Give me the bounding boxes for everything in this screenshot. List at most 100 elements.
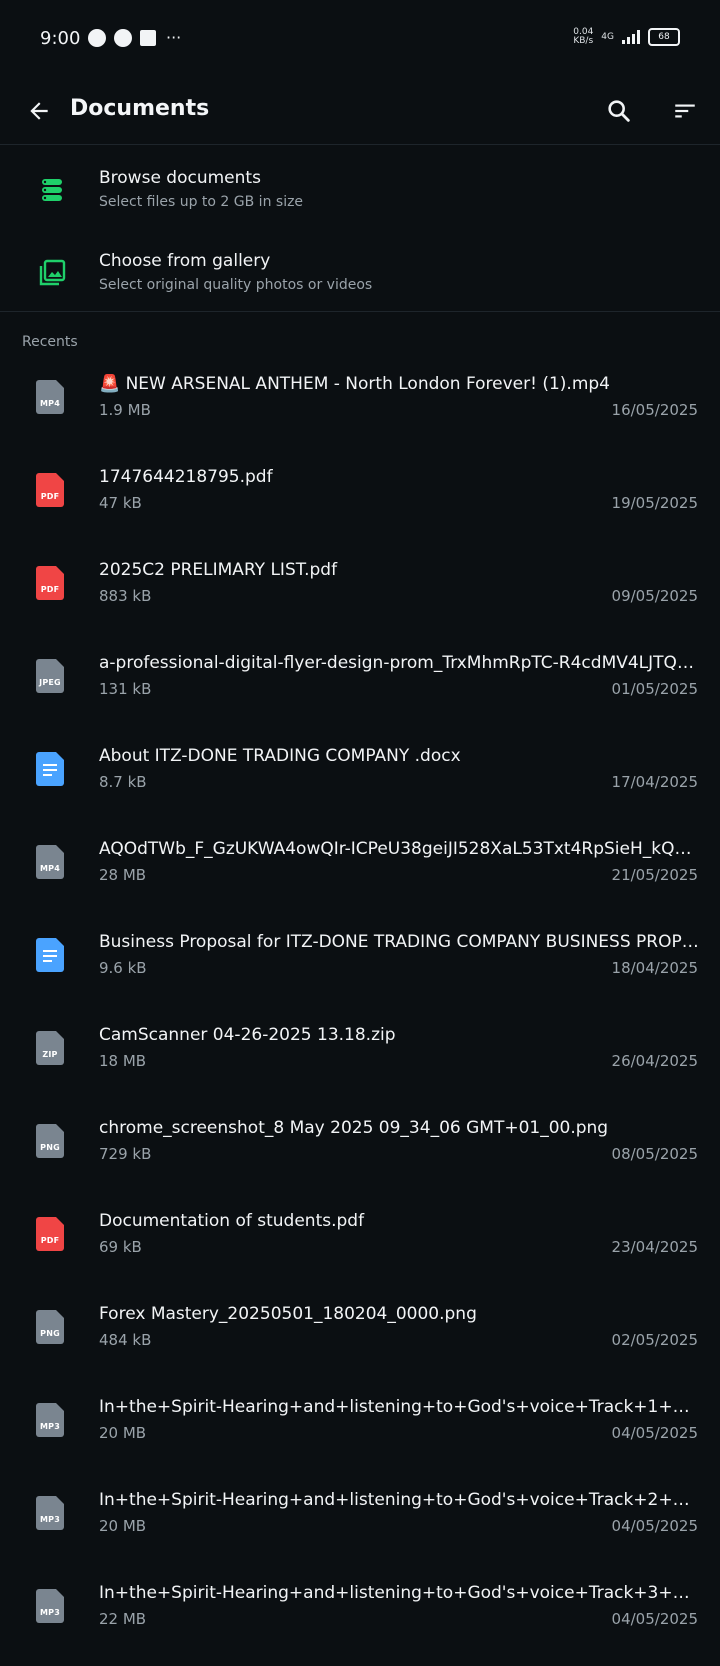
file-name: About ITZ-DONE TRADING COMPANY .docx	[99, 746, 461, 766]
recents-heading: Recents	[22, 334, 78, 350]
file-row[interactable]: MP4 AQOdTWb_F_GzUKWA4owQIr-ICPeU38geiJI52…	[0, 829, 720, 922]
choose-from-gallery-subtitle: Select original quality photos or videos	[99, 277, 373, 293]
notification-icons: ···	[88, 28, 181, 47]
png-file-icon: PNG	[36, 1124, 64, 1158]
network-speed: 0.04 KB/s	[573, 28, 593, 46]
back-button[interactable]	[18, 90, 60, 132]
jpeg-file-icon: JPEG	[36, 659, 64, 693]
file-size: 18 MB	[99, 1052, 147, 1070]
file-date: 23/04/2025	[611, 1238, 698, 1256]
messenger-icon	[114, 28, 132, 47]
network-type: 4G	[601, 32, 614, 42]
file-type-label: PDF	[40, 492, 60, 501]
mp3-file-icon: MP3	[36, 1496, 64, 1530]
file-name: chrome_screenshot_8 May 2025 09_34_06 GM…	[99, 1118, 609, 1138]
arrow-left-icon	[30, 102, 48, 120]
file-size: 131 kB	[99, 680, 152, 698]
page-title: Documents	[70, 96, 210, 121]
battery-icon: 68	[648, 28, 680, 46]
file-date: 04/05/2025	[611, 1517, 698, 1535]
gallery-icon	[34, 255, 70, 291]
file-name: 1747644218795.pdf	[99, 467, 273, 487]
file-row[interactable]: PDF 1747644218795.pdf 47 kB 19/05/2025	[0, 457, 720, 550]
file-date: 08/05/2025	[611, 1145, 698, 1163]
file-date: 18/04/2025	[611, 959, 698, 977]
file-size: 20 MB	[99, 1424, 147, 1442]
file-name: Documentation of students.pdf	[99, 1211, 365, 1231]
mp3-file-icon: MP3	[36, 1589, 64, 1623]
file-type-label: PNG	[40, 1143, 60, 1152]
choose-from-gallery-item[interactable]: Choose from gallery Select original qual…	[0, 237, 720, 317]
file-row[interactable]: PDF Documentation of students.pdf 69 kB 23/…	[0, 1201, 720, 1294]
file-date: 16/05/2025	[611, 401, 698, 419]
file-date: 19/05/2025	[611, 494, 698, 512]
file-row[interactable]: MP3 In+the+Spirit-Hearing+and+listening+t…	[0, 1387, 720, 1480]
pdf-file-icon: PDF	[36, 473, 64, 507]
zip-file-icon: ZIP	[36, 1031, 64, 1065]
file-row[interactable]: About ITZ-DONE TRADING COMPANY .docx 8.7 …	[0, 736, 720, 829]
section-divider	[0, 311, 720, 312]
png-file-icon: PNG	[36, 1310, 64, 1344]
pdf-file-icon: PDF	[36, 1217, 64, 1251]
search-icon	[608, 100, 630, 122]
file-size: 883 kB	[99, 587, 152, 605]
file-size: 22 MB	[99, 1610, 147, 1628]
file-name: CamScanner 04-26-2025 13.18.zip	[99, 1025, 396, 1045]
mp3-file-icon: MP3	[36, 1403, 64, 1437]
file-type-label: MP4	[40, 399, 60, 408]
search-button[interactable]	[598, 90, 640, 132]
linkedin-icon	[140, 29, 156, 46]
system-indicators: 0.04 KB/s 4G 68	[573, 28, 680, 46]
app-bar: Documents	[0, 78, 720, 145]
pdf-file-icon: PDF	[36, 566, 64, 600]
file-name: 2025C2 PRELIMARY LIST.pdf	[99, 560, 338, 580]
file-date: 04/05/2025	[611, 1610, 698, 1628]
recent-files-list: MP4 🚨 NEW ARSENAL ANTHEM - North London F…	[0, 364, 720, 1666]
speed-unit: KB/s	[573, 36, 594, 46]
file-type-label: MP3	[40, 1422, 60, 1431]
mp4-file-icon: MP4	[36, 845, 64, 879]
whatsapp-icon	[88, 28, 106, 47]
file-date: 17/04/2025	[611, 773, 698, 791]
file-type-label: MP3	[40, 1608, 60, 1617]
mp4-file-icon: MP4	[36, 380, 64, 414]
file-row[interactable]: JPEG a-professional-digital-flyer-design-…	[0, 643, 720, 736]
file-name: Forex Mastery_20250501_180204_0000.png	[99, 1304, 477, 1324]
file-size: 484 kB	[99, 1331, 152, 1349]
file-date: 01/05/2025	[611, 680, 698, 698]
file-name: In+the+Spirit-Hearing+and+listening+to+G…	[99, 1490, 699, 1510]
file-type-label: PNG	[40, 1329, 60, 1338]
sort-button[interactable]	[664, 90, 706, 132]
file-row[interactable]: PNG Forex Mastery_20250501_180204_0000.pn…	[0, 1294, 720, 1387]
file-row[interactable]: PNG chrome_screenshot_8 May 2025 09_34_06…	[0, 1108, 720, 1201]
file-row[interactable]: ZIP CamScanner 04-26-2025 13.18.zip 18 MB 2…	[0, 1015, 720, 1108]
file-row[interactable]: MP3 In+the+Spirit-Hearing+and+listening+t…	[0, 1480, 720, 1573]
file-size: 47 kB	[99, 494, 142, 512]
browse-documents-subtitle: Select files up to 2 GB in size	[99, 194, 304, 210]
doc-file-icon	[36, 938, 64, 972]
file-date: 26/04/2025	[611, 1052, 698, 1070]
browse-documents-title: Browse documents	[99, 168, 261, 188]
status-bar: 9:00 ··· 0.04 KB/s 4G 68	[0, 0, 720, 78]
file-row[interactable]: MP3 In+the+Spirit-Hearing+and+listening+t…	[0, 1573, 720, 1666]
browse-documents-item[interactable]: Browse documents Select files up to 2 GB…	[0, 154, 720, 234]
file-name: a-professional-digital-flyer-design-prom…	[99, 653, 699, 673]
file-row[interactable]: MP4 🚨 NEW ARSENAL ANTHEM - North London F…	[0, 364, 720, 457]
file-type-label: PDF	[40, 1236, 60, 1245]
file-row[interactable]: PDF 2025C2 PRELIMARY LIST.pdf 883 kB 09/05/…	[0, 550, 720, 643]
file-type-label: ZIP	[42, 1050, 58, 1059]
file-name: 🚨 NEW ARSENAL ANTHEM - North London Fore…	[99, 374, 610, 394]
file-size: 729 kB	[99, 1145, 152, 1163]
file-size: 28 MB	[99, 866, 147, 884]
file-date: 21/05/2025	[611, 866, 698, 884]
file-row[interactable]: Business Proposal for ITZ-DONE TRADING C…	[0, 922, 720, 1015]
file-size: 1.9 MB	[99, 401, 151, 419]
file-size: 9.6 kB	[99, 959, 147, 977]
file-type-label: PDF	[40, 585, 60, 594]
doc-file-icon	[36, 752, 64, 786]
file-name: In+the+Spirit-Hearing+and+listening+to+G…	[99, 1583, 699, 1603]
choose-from-gallery-title: Choose from gallery	[99, 251, 271, 271]
file-type-label: JPEG	[39, 678, 61, 687]
file-size: 69 kB	[99, 1238, 142, 1256]
file-date: 09/05/2025	[611, 587, 698, 605]
